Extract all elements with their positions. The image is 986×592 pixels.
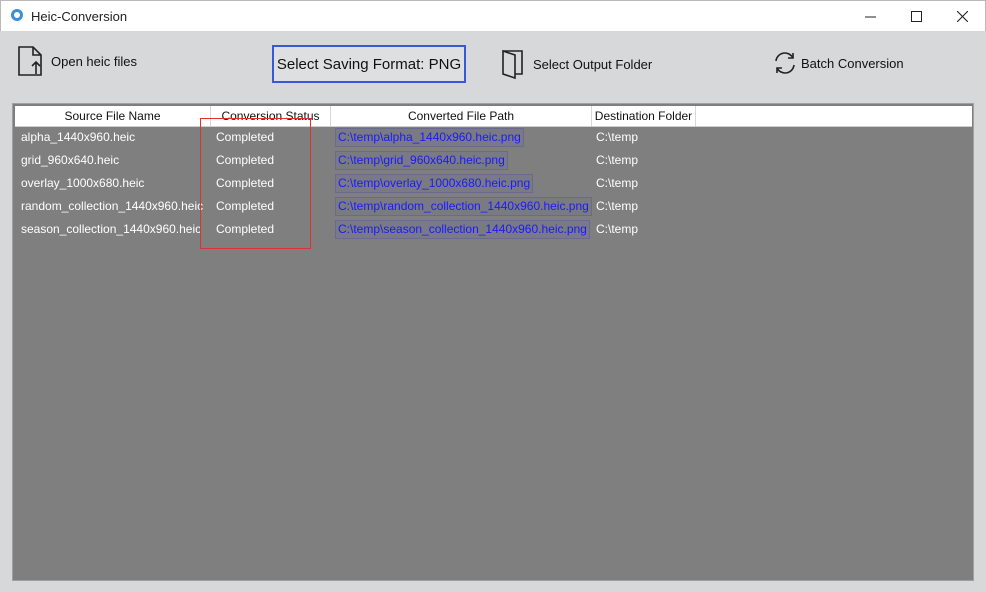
converted-path-link[interactable]: C:\temp\season_collection_1440x960.heic.… <box>335 220 590 239</box>
maximize-button[interactable] <box>893 1 939 31</box>
converted-path-link[interactable]: C:\temp\overlay_1000x680.heic.png <box>335 174 534 193</box>
title-bar: Heic-Conversion <box>0 0 986 31</box>
select-format-label: Select Saving Format: PNG <box>276 55 462 73</box>
table-row[interactable]: random_collection_1440x960.heic Complete… <box>15 195 972 218</box>
select-output-folder-button[interactable]: Select Output Folder <box>500 48 652 80</box>
source-file-cell: season_collection_1440x960.heic <box>21 222 202 236</box>
select-output-folder-label: Select Output Folder <box>533 56 653 72</box>
table-row[interactable]: grid_960x640.heic Completed C:\temp\grid… <box>15 149 972 172</box>
converted-path-link[interactable]: C:\temp\random_collection_1440x960.heic.… <box>335 197 592 216</box>
batch-conversion-button[interactable]: Batch Conversion <box>772 50 904 76</box>
source-file-cell: overlay_1000x680.heic <box>21 176 145 190</box>
close-icon <box>956 10 968 22</box>
open-heic-label: Open heic files <box>51 53 137 69</box>
destination-cell: C:\temp <box>596 199 639 213</box>
table-row[interactable]: alpha_1440x960.heic Completed C:\temp\al… <box>15 126 972 149</box>
close-button[interactable] <box>939 1 985 31</box>
destination-cell: C:\temp <box>596 153 639 167</box>
select-format-button[interactable]: Select Saving Format: PNG <box>272 45 466 83</box>
header-source-file-name[interactable]: Source File Name <box>15 106 211 126</box>
converted-path-link[interactable]: C:\temp\grid_960x640.heic.png <box>335 151 508 170</box>
minimize-button[interactable] <box>847 1 893 31</box>
grid-header: Source File Name Conversion Status Conve… <box>15 106 972 127</box>
header-converted-file-path[interactable]: Converted File Path <box>331 106 592 126</box>
source-file-cell: random_collection_1440x960.heic <box>21 199 204 213</box>
destination-cell: C:\temp <box>596 222 639 236</box>
status-highlight-box <box>200 118 311 249</box>
conversion-grid[interactable]: Source File Name Conversion Status Conve… <box>12 103 974 581</box>
batch-conversion-label: Batch Conversion <box>801 55 904 71</box>
table-row[interactable]: overlay_1000x680.heic Completed C:\temp\… <box>15 172 972 195</box>
refresh-icon <box>775 52 795 74</box>
converted-path-link[interactable]: C:\temp\alpha_1440x960.heic.png <box>335 128 524 147</box>
destination-cell: C:\temp <box>596 130 639 144</box>
app-icon <box>11 9 23 21</box>
destination-cell: C:\temp <box>596 176 639 190</box>
open-file-icon <box>18 46 42 76</box>
table-row[interactable]: season_collection_1440x960.heic Complete… <box>15 218 972 241</box>
minimize-icon <box>864 16 876 17</box>
maximize-icon <box>910 10 922 22</box>
source-file-cell: alpha_1440x960.heic <box>21 130 136 144</box>
header-destination-folder[interactable]: Destination Folder <box>592 106 696 126</box>
open-heic-button[interactable]: Open heic files <box>16 45 137 77</box>
window-title: Heic-Conversion <box>31 9 128 24</box>
folder-door-icon <box>502 49 523 80</box>
source-file-cell: grid_960x640.heic <box>21 153 120 167</box>
